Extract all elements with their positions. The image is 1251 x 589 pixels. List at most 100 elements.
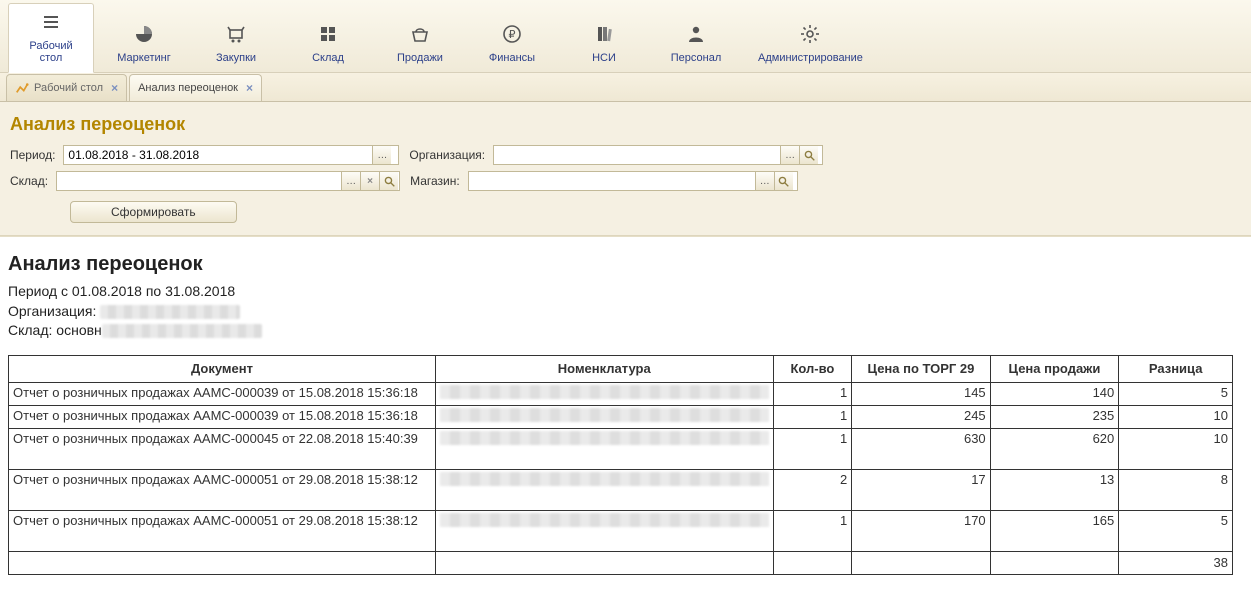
cell-empty	[435, 551, 773, 574]
cell-diff: 5	[1119, 510, 1233, 551]
cell-document: Отчет о розничных продажах ААМС-000039 о…	[9, 382, 436, 405]
org-input[interactable]	[494, 146, 780, 164]
cart-icon	[224, 22, 248, 46]
cell-diff: 10	[1119, 428, 1233, 469]
table-totals-row: 38	[9, 551, 1233, 574]
cell-empty	[990, 551, 1119, 574]
report-meta: Период с 01.08.2018 по 31.08.2018 Органи…	[8, 282, 1249, 341]
toolbar-item-5[interactable]: ₽Финансы	[470, 16, 554, 72]
tab-label: Анализ переоценок	[138, 82, 238, 94]
cell-total-diff: 38	[1119, 551, 1233, 574]
magazin-label: Магазин:	[410, 174, 462, 188]
toolbar-item-label2: стол	[40, 52, 63, 64]
redacted-text	[100, 305, 240, 319]
cell-torg: 630	[852, 428, 990, 469]
toolbar-item-3[interactable]: Склад	[286, 16, 370, 72]
redacted-text	[102, 324, 262, 338]
toolbar-item-label: НСИ	[592, 52, 616, 64]
basket-icon	[408, 22, 432, 46]
toolbar-item-7[interactable]: Персонал	[654, 16, 738, 72]
cell-qty: 1	[773, 510, 852, 551]
cell-document: Отчет о розничных продажах ААМС-000039 о…	[9, 405, 436, 428]
magazin-input-wrap: …	[468, 171, 798, 191]
cell-diff: 10	[1119, 405, 1233, 428]
close-icon[interactable]: ×	[111, 81, 118, 95]
table-row: Отчет о розничных продажах ААМС-000051 о…	[9, 469, 1233, 510]
cell-document: Отчет о розничных продажах ААМС-000051 о…	[9, 510, 436, 551]
redacted-text	[440, 431, 769, 445]
cell-sale: 620	[990, 428, 1119, 469]
table-row: Отчет о розничных продажах ААМС-000039 о…	[9, 405, 1233, 428]
pie-icon	[132, 22, 156, 46]
toolbar-item-label: Продажи	[397, 52, 443, 64]
tab-1[interactable]: Анализ переоценок ×	[129, 74, 262, 101]
redacted-text	[440, 385, 769, 399]
org-search-button[interactable]	[799, 146, 818, 164]
magazin-input[interactable]	[469, 172, 755, 190]
cell-torg: 145	[852, 382, 990, 405]
report-sklad-line: Склад: основн	[8, 321, 1249, 341]
sklad-clear-button[interactable]: ×	[360, 172, 379, 190]
period-input[interactable]	[64, 146, 372, 164]
menu-icon	[39, 10, 63, 34]
report-sklad-prefix: Склад: основн	[8, 322, 102, 338]
cell-sale: 235	[990, 405, 1119, 428]
close-icon[interactable]: ×	[246, 81, 253, 95]
org-input-wrap: …	[493, 145, 823, 165]
tab-0[interactable]: Рабочий стол ×	[6, 74, 127, 101]
cell-qty: 1	[773, 382, 852, 405]
toolbar-item-8[interactable]: Администрирование	[746, 16, 875, 72]
toolbar-item-label: Администрирование	[758, 52, 863, 64]
col-qty: Кол-во	[773, 355, 852, 382]
cell-sale: 13	[990, 469, 1119, 510]
toolbar-item-label: Склад	[312, 52, 344, 64]
generate-button[interactable]: Сформировать	[70, 201, 237, 223]
cell-torg: 17	[852, 469, 990, 510]
sklad-search-button[interactable]	[379, 172, 398, 190]
cell-sale: 140	[990, 382, 1119, 405]
period-input-wrap: …	[63, 145, 399, 165]
col-torg-price: Цена по ТОРГ 29	[852, 355, 990, 382]
toolbar-item-label: Персонал	[671, 52, 722, 64]
search-icon	[804, 150, 815, 161]
col-sale-price: Цена продажи	[990, 355, 1119, 382]
cell-document: Отчет о розничных продажах ААМС-000045 о…	[9, 428, 436, 469]
person-icon	[684, 22, 708, 46]
toolbar-item-4[interactable]: Продажи	[378, 16, 462, 72]
toolbar-item-0[interactable]: Рабочийстол	[8, 3, 94, 73]
table-row: Отчет о розничных продажах ААМС-000045 о…	[9, 428, 1233, 469]
cell-nomenclature	[435, 469, 773, 510]
cell-qty: 2	[773, 469, 852, 510]
sklad-ellipsis-button[interactable]: …	[341, 172, 360, 190]
redacted-text	[440, 513, 769, 527]
cell-torg: 170	[852, 510, 990, 551]
desktop-icon	[15, 81, 29, 95]
toolbar-item-1[interactable]: Маркетинг	[102, 16, 186, 72]
toolbar-item-6[interactable]: НСИ	[562, 16, 646, 72]
sklad-input[interactable]	[57, 172, 341, 190]
cell-nomenclature	[435, 510, 773, 551]
period-ellipsis-button[interactable]: …	[372, 146, 391, 164]
redacted-text	[440, 472, 769, 486]
cell-nomenclature	[435, 405, 773, 428]
table-row: Отчет о розничных продажах ААМС-000039 о…	[9, 382, 1233, 405]
report-org-prefix: Организация:	[8, 303, 96, 319]
svg-text:₽: ₽	[509, 29, 516, 41]
magazin-search-button[interactable]	[774, 172, 793, 190]
report-title: Анализ переоценок	[8, 253, 1249, 276]
org-ellipsis-button[interactable]: …	[780, 146, 799, 164]
tab-label: Рабочий стол	[34, 82, 103, 94]
sklad-label: Склад:	[10, 174, 50, 188]
toolbar-item-label: Закупки	[216, 52, 256, 64]
filters-panel: Период: … Организация: … Склад: … × Мага…	[0, 143, 1251, 236]
table-header-row: Документ Номенклатура Кол-во Цена по ТОР…	[9, 355, 1233, 382]
sklad-input-wrap: … ×	[56, 171, 400, 191]
magazin-ellipsis-button[interactable]: …	[755, 172, 774, 190]
toolbar-item-2[interactable]: Закупки	[194, 16, 278, 72]
toolbar-item-label: Рабочий	[29, 40, 72, 52]
books-icon	[592, 22, 616, 46]
toolbar-item-label: Маркетинг	[117, 52, 170, 64]
cell-qty: 1	[773, 428, 852, 469]
col-nomenclature: Номенклатура	[435, 355, 773, 382]
main-toolbar: Рабочийстол Маркетинг Закупки Склад Продажи ₽…	[0, 0, 1251, 73]
